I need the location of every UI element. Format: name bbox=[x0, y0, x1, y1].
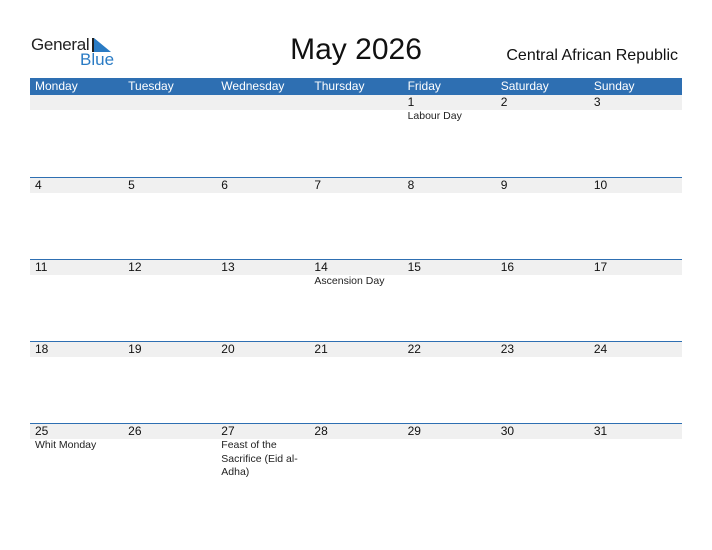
holiday-label bbox=[30, 275, 123, 289]
day-number: 24 bbox=[593, 342, 608, 356]
holiday-row: Ascension Day bbox=[30, 275, 682, 289]
calendar-grid: Monday Tuesday Wednesday Thursday Friday… bbox=[30, 78, 682, 505]
day-number: 9 bbox=[500, 178, 508, 192]
weekday-header: Monday Tuesday Wednesday Thursday Friday… bbox=[30, 78, 682, 95]
day-number: 19 bbox=[128, 342, 142, 356]
holiday-label bbox=[309, 110, 402, 124]
day-number: 6 bbox=[221, 178, 228, 192]
holiday-label bbox=[496, 439, 589, 480]
day-number-row: 1 2 3 bbox=[30, 95, 682, 110]
day-number: 15 bbox=[407, 260, 421, 274]
weekday-wednesday: Wednesday bbox=[221, 79, 285, 93]
day-number: 22 bbox=[407, 342, 421, 356]
holiday-label bbox=[589, 439, 682, 480]
day-number: 5 bbox=[128, 178, 135, 192]
day-number: 21 bbox=[314, 342, 328, 356]
holiday-label bbox=[123, 275, 216, 289]
holiday-label bbox=[589, 275, 682, 289]
day-number: 7 bbox=[314, 178, 322, 192]
weekday-saturday: Saturday bbox=[500, 79, 549, 93]
holiday-label bbox=[496, 275, 589, 289]
holiday-label bbox=[496, 110, 589, 124]
week-row: 18 19 20 21 22 23 24 bbox=[30, 341, 682, 423]
holiday-label: Whit Monday bbox=[35, 439, 97, 451]
holiday-label bbox=[123, 110, 216, 124]
day-number bbox=[309, 95, 402, 110]
holiday-label: Labour Day bbox=[407, 110, 462, 122]
week-row: 11 12 13 14 15 16 17 Ascension Day bbox=[30, 259, 682, 341]
day-number-row: 18 19 20 21 22 23 24 bbox=[30, 342, 682, 357]
day-number-row: 25 26 27 28 29 30 31 bbox=[30, 424, 682, 439]
weekday-sunday: Sunday bbox=[593, 79, 635, 93]
day-number: 20 bbox=[221, 342, 235, 356]
day-number: 13 bbox=[221, 260, 235, 274]
holiday-row: Labour Day bbox=[30, 110, 682, 124]
day-number: 29 bbox=[407, 424, 421, 438]
holiday-label: Feast of the Sacrifice (Eid al-Adha) bbox=[221, 439, 298, 478]
country-name: Central African Republic bbox=[506, 47, 678, 64]
day-number: 10 bbox=[593, 178, 608, 192]
day-number bbox=[216, 95, 309, 110]
day-number: 8 bbox=[407, 178, 415, 192]
day-number: 2 bbox=[500, 95, 508, 109]
holiday-label bbox=[403, 439, 496, 480]
day-number bbox=[123, 95, 216, 110]
holiday-row: Whit Monday Feast of the Sacrifice (Eid a… bbox=[30, 439, 682, 480]
weekday-friday: Friday bbox=[407, 79, 441, 93]
holiday-label: Ascension Day bbox=[314, 275, 385, 287]
holiday-label bbox=[589, 110, 682, 124]
day-number: 18 bbox=[35, 342, 49, 356]
day-number-row: 4 5 6 7 8 9 10 bbox=[30, 178, 682, 193]
day-number: 30 bbox=[500, 424, 515, 438]
week-row: 25 26 27 28 29 30 31 Whit Monday Feast of the Sa… bbox=[30, 423, 682, 505]
day-number: 4 bbox=[35, 178, 42, 192]
week-row: 4 5 6 7 8 9 10 bbox=[30, 177, 682, 259]
holiday-label bbox=[309, 439, 402, 480]
holiday-label bbox=[216, 110, 309, 124]
day-number: 11 bbox=[35, 260, 48, 274]
day-number: 26 bbox=[128, 424, 142, 438]
day-number: 17 bbox=[593, 260, 608, 274]
day-number: 28 bbox=[314, 424, 328, 438]
day-number: 27 bbox=[221, 424, 235, 438]
day-number: 12 bbox=[128, 260, 142, 274]
weekday-thursday: Thursday bbox=[314, 79, 365, 93]
weekday-monday: Monday bbox=[35, 79, 78, 93]
day-number: 23 bbox=[500, 342, 515, 356]
day-number: 1 bbox=[407, 95, 415, 109]
day-number bbox=[30, 95, 123, 110]
day-number: 3 bbox=[593, 95, 601, 109]
holiday-label bbox=[216, 275, 309, 289]
day-number: 14 bbox=[314, 260, 328, 274]
holiday-label bbox=[30, 110, 123, 124]
day-number: 25 bbox=[35, 424, 49, 438]
day-number-row: 11 12 13 14 15 16 17 bbox=[30, 260, 682, 275]
day-number: 16 bbox=[500, 260, 515, 274]
weekday-tuesday: Tuesday bbox=[128, 79, 174, 93]
holiday-label bbox=[403, 275, 496, 289]
week-row: 1 2 3 Labour Day bbox=[30, 95, 682, 177]
day-number: 31 bbox=[593, 424, 608, 438]
holiday-label bbox=[123, 439, 216, 480]
